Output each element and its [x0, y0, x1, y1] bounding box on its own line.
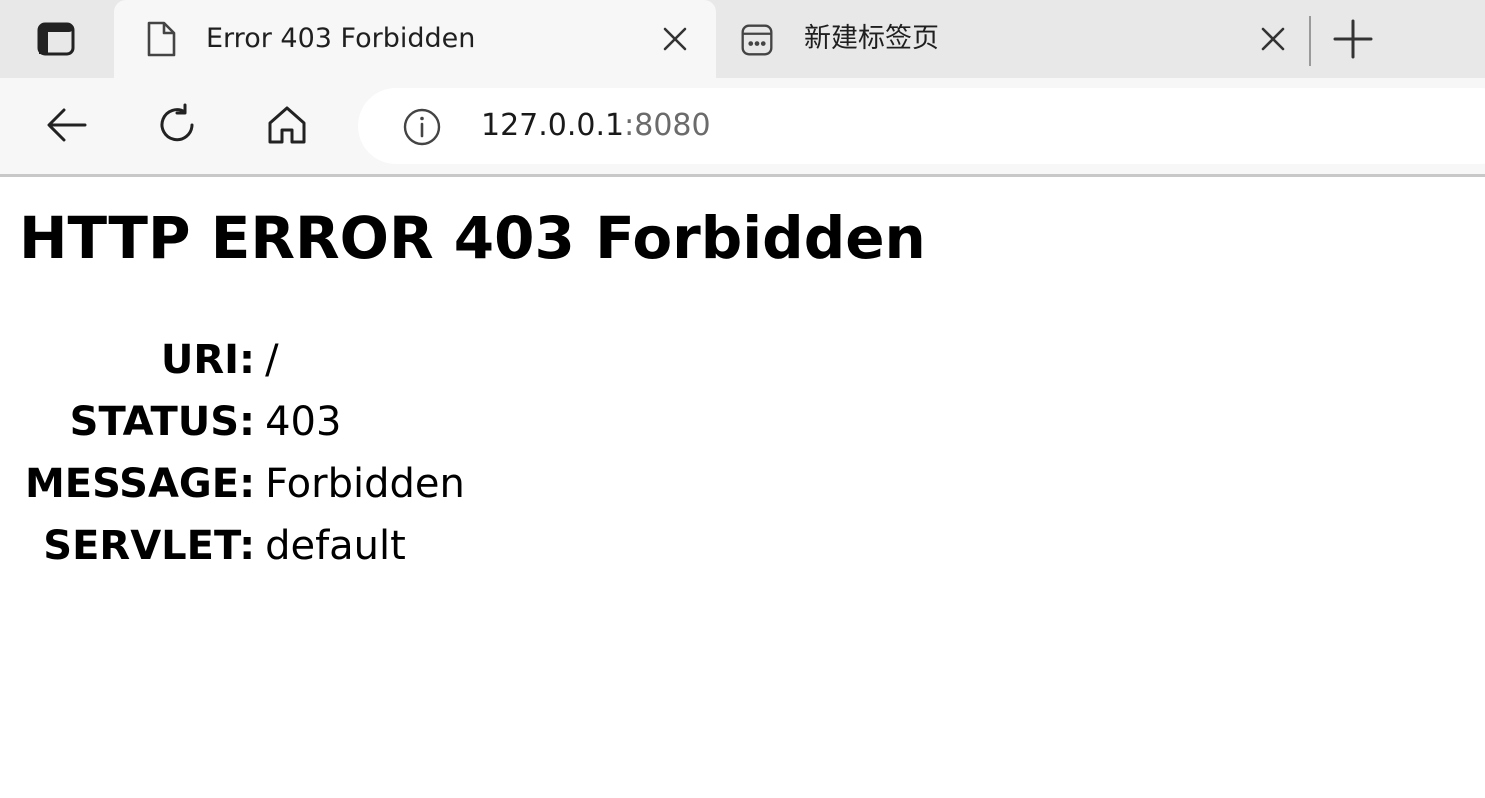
info-icon[interactable]: [402, 107, 442, 147]
new-tab-page-icon: [741, 24, 773, 56]
tab-title: Error 403 Forbidden: [206, 23, 476, 54]
tab-new-tab[interactable]: 新建标签页: [718, 0, 1308, 78]
back-arrow-icon[interactable]: [44, 102, 90, 148]
address-bar[interactable]: 127.0.0.1:8080: [358, 88, 1485, 164]
row-label: SERVLET:: [43, 523, 256, 569]
page-content: HTTP ERROR 403 Forbidden URI: / STATUS: …: [0, 177, 1485, 798]
table-row: MESSAGE: Forbidden: [25, 453, 465, 515]
refresh-icon[interactable]: [154, 102, 200, 148]
table-row: SERVLET: default: [25, 515, 465, 577]
row-value: 403: [265, 399, 342, 445]
url-text[interactable]: 127.0.0.1:8080: [481, 107, 711, 145]
row-label: URI:: [160, 337, 256, 383]
close-tab-icon[interactable]: [1260, 26, 1286, 52]
url-port: :8080: [624, 108, 711, 143]
table-row: STATUS: 403: [25, 391, 465, 453]
tab-separator: [1309, 16, 1311, 66]
row-value: Forbidden: [265, 461, 465, 507]
home-icon[interactable]: [264, 102, 310, 148]
tab-actions-button[interactable]: [0, 0, 112, 78]
page-icon: [147, 21, 176, 57]
row-value: default: [265, 523, 406, 569]
browser-toolbar: 127.0.0.1:8080: [0, 78, 1485, 177]
tab-error-403[interactable]: Error 403 Forbidden: [114, 0, 716, 78]
close-tab-icon[interactable]: [662, 26, 688, 52]
new-tab-plus-icon[interactable]: [1330, 18, 1376, 60]
row-label: STATUS:: [69, 399, 256, 445]
error-details-table: URI: / STATUS: 403 MESSAGE: Forbidden SE…: [21, 329, 469, 577]
tab-actions-icon: [37, 22, 75, 56]
table-row: URI: /: [25, 329, 465, 391]
tab-title: 新建标签页: [804, 23, 939, 54]
url-host: 127.0.0.1: [481, 108, 625, 143]
tab-strip: Error 403 Forbidden 新建标签页: [0, 0, 1485, 78]
page-title: HTTP ERROR 403 Forbidden: [19, 204, 926, 272]
row-label: MESSAGE:: [25, 461, 256, 507]
row-value: /: [265, 337, 279, 383]
